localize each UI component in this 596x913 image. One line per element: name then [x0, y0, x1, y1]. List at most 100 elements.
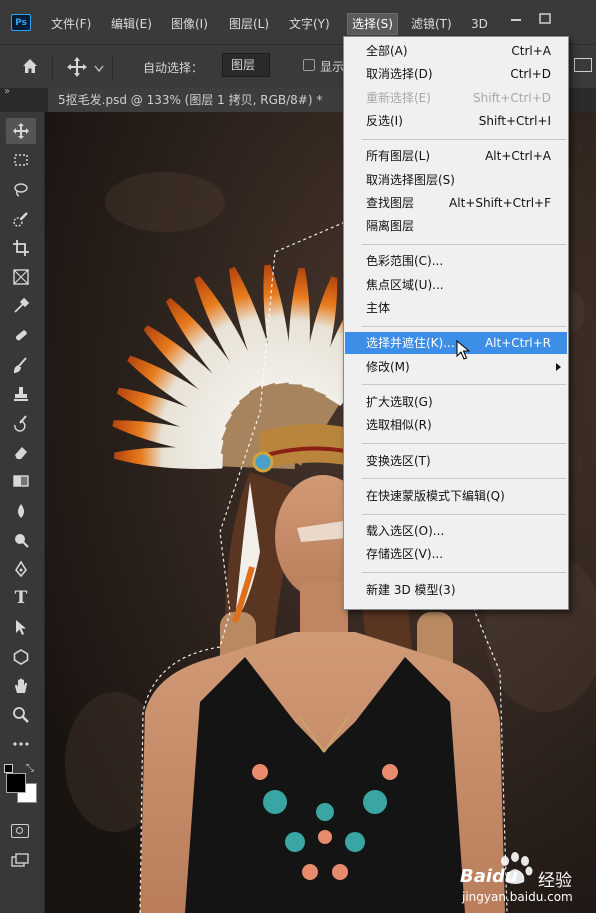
lasso-tool-icon[interactable]	[6, 176, 36, 202]
menu-filter[interactable]: 滤镜(T)	[411, 14, 452, 34]
eraser-tool-icon[interactable]	[6, 439, 36, 465]
menu-item-label: 色彩范围(C)...	[366, 254, 444, 269]
eyedropper-tool-icon[interactable]	[6, 293, 36, 319]
path-select-tool-icon[interactable]	[6, 614, 36, 640]
menu-item-label: 查找图层	[366, 195, 415, 210]
menu-item-4-0[interactable]: 扩大选取(G)	[345, 391, 567, 413]
zoom-tool-icon[interactable]	[6, 702, 36, 728]
menu-item-7-1[interactable]: 存储选区(V)...	[345, 543, 567, 565]
menu-item-2-0[interactable]: 色彩范围(C)...	[345, 250, 567, 272]
align-icon[interactable]	[574, 58, 592, 72]
default-colors-icon[interactable]	[4, 764, 13, 773]
menu-item-label: 新建 3D 模型(3)	[366, 582, 456, 597]
menu-item-shortcut: Alt+Shift+Ctrl+F	[449, 195, 551, 210]
menu-item-7-0[interactable]: 载入选区(O)...	[345, 520, 567, 542]
color-swatches[interactable]: ⤡	[4, 763, 40, 804]
menu-item-label: 扩大选取(G)	[366, 394, 433, 409]
menu-item-2-2[interactable]: 主体	[345, 297, 567, 319]
menu-separator	[362, 478, 566, 480]
menu-item-5-0[interactable]: 变换选区(T)	[345, 450, 567, 472]
mouse-cursor-icon	[456, 339, 471, 363]
menu-item-0-0[interactable]: 全部(A) Ctrl+A	[345, 40, 567, 62]
gradient-tool-icon[interactable]	[6, 468, 36, 494]
tools-panel: T ⤡	[0, 112, 45, 913]
menu-item-6-0[interactable]: 在快速蒙版模式下编辑(Q)	[345, 485, 567, 507]
quick-mask-icon[interactable]	[11, 824, 29, 838]
menu-item-1-3[interactable]: 隔离图层	[345, 215, 567, 237]
marquee-tool-icon[interactable]	[6, 147, 36, 173]
document-tab[interactable]: 5抠毛发.psd @ 133% (图层 1 拷贝, RGB/8#) *	[48, 88, 358, 112]
menu-item-4-1[interactable]: 选取相似(R)	[345, 414, 567, 436]
shape-tool-icon[interactable]	[6, 644, 36, 670]
menu-type[interactable]: 文字(Y)	[289, 14, 330, 34]
chevron-down-icon[interactable]	[94, 62, 104, 76]
menu-item-1-0[interactable]: 所有图层(L) Alt+Ctrl+A	[345, 145, 567, 167]
panel-collapse-icon[interactable]: »	[4, 86, 10, 97]
submenu-arrow-icon	[556, 362, 561, 371]
healing-brush-tool-icon[interactable]	[6, 322, 36, 348]
show-transform-checkbox[interactable]	[303, 59, 315, 71]
foreground-color-swatch[interactable]	[6, 773, 26, 793]
menu-item-label: 在快速蒙版模式下编辑(Q)	[366, 488, 505, 503]
move-tool-preset-icon[interactable]	[66, 56, 88, 81]
menu-item-label: 修改(M)	[366, 359, 410, 374]
screen-mode-icon[interactable]	[11, 853, 29, 867]
layer-select-value: 图层	[231, 58, 256, 72]
dodge-tool-icon[interactable]	[6, 527, 36, 553]
photoshop-logo: Ps	[11, 14, 31, 31]
menu-separator	[362, 138, 566, 140]
quick-select-tool-icon[interactable]	[6, 206, 36, 232]
baidu-watermark: Baidu 经验 jingyan.baidu.com	[460, 852, 590, 908]
history-brush-tool-icon[interactable]	[6, 410, 36, 436]
menu-item-0-1[interactable]: 取消选择(D) Ctrl+D	[345, 63, 567, 85]
menu-edit[interactable]: 编辑(E)	[111, 14, 152, 34]
menu-separator	[362, 572, 566, 574]
menu-item-shortcut: Shift+Ctrl+D	[473, 90, 551, 105]
type-tool-icon[interactable]: T	[6, 585, 36, 611]
menu-item-0-3[interactable]: 反选(I) Shift+Ctrl+I	[345, 110, 567, 132]
move-tool-icon[interactable]	[6, 118, 36, 144]
swap-colors-icon[interactable]: ⤡	[26, 763, 34, 774]
show-transform-label: 显示	[320, 60, 345, 74]
more-tools-icon[interactable]	[6, 731, 36, 757]
frame-tool-icon[interactable]	[6, 264, 36, 290]
menu-item-label: 重新选择(E)	[366, 90, 431, 105]
stamp-tool-icon[interactable]	[6, 381, 36, 407]
blur-tool-icon[interactable]	[6, 498, 36, 524]
menu-item-label: 选取相似(R)	[366, 418, 432, 433]
crop-tool-icon[interactable]	[6, 235, 36, 261]
menu-image[interactable]: 图像(I)	[171, 14, 208, 34]
menu-item-1-1[interactable]: 取消选择图层(S)	[345, 169, 567, 191]
hand-tool-icon[interactable]	[6, 673, 36, 699]
menu-item-shortcut: Alt+Ctrl+A	[485, 149, 551, 164]
pen-tool-icon[interactable]	[6, 556, 36, 582]
menu-item-label: 所有图层(L)	[366, 149, 431, 164]
auto-select-target-select[interactable]: 图层	[222, 53, 270, 77]
watermark-brand: Baidu	[460, 866, 518, 887]
menu-item-label: 全部(A)	[366, 44, 408, 58]
maximize-icon[interactable]	[534, 10, 556, 28]
menu-item-shortcut: Ctrl+D	[510, 67, 551, 82]
menu-select[interactable]: 选择(S)	[347, 13, 398, 35]
menu-item-shortcut: Alt+Ctrl+R	[484, 336, 551, 351]
menu-file[interactable]: 文件(F)	[51, 14, 91, 34]
menu-separator	[362, 325, 566, 327]
watermark-url: jingyan.baidu.com	[462, 890, 573, 904]
type-tool-glyph: T	[14, 588, 28, 609]
home-icon[interactable]	[20, 56, 40, 79]
menu-separator	[362, 243, 566, 245]
menu-item-0-2: 重新选择(E) Shift+Ctrl+D	[345, 87, 567, 109]
menu-item-label: 选择并遮住(K)...	[366, 336, 455, 351]
menu-layer[interactable]: 图层(L)	[229, 14, 269, 34]
watermark-brand-cn: 经验	[538, 871, 572, 891]
menu-item-label: 存储选区(V)...	[366, 547, 444, 562]
menu-item-label: 反选(I)	[366, 113, 403, 128]
document-tab-title: 5抠毛发.psd @ 133% (图层 1 拷贝, RGB/8#) *	[58, 93, 323, 107]
menu-item-2-1[interactable]: 焦点区域(U)...	[345, 274, 567, 296]
brush-tool-icon[interactable]	[6, 352, 36, 378]
menu-item-1-2[interactable]: 查找图层 Alt+Shift+Ctrl+F	[345, 192, 567, 214]
menu-item-8-0[interactable]: 新建 3D 模型(3)	[345, 579, 567, 601]
menu-3d[interactable]: 3D	[471, 14, 488, 34]
menu-separator	[362, 443, 566, 444]
minimize-icon[interactable]	[505, 10, 527, 28]
